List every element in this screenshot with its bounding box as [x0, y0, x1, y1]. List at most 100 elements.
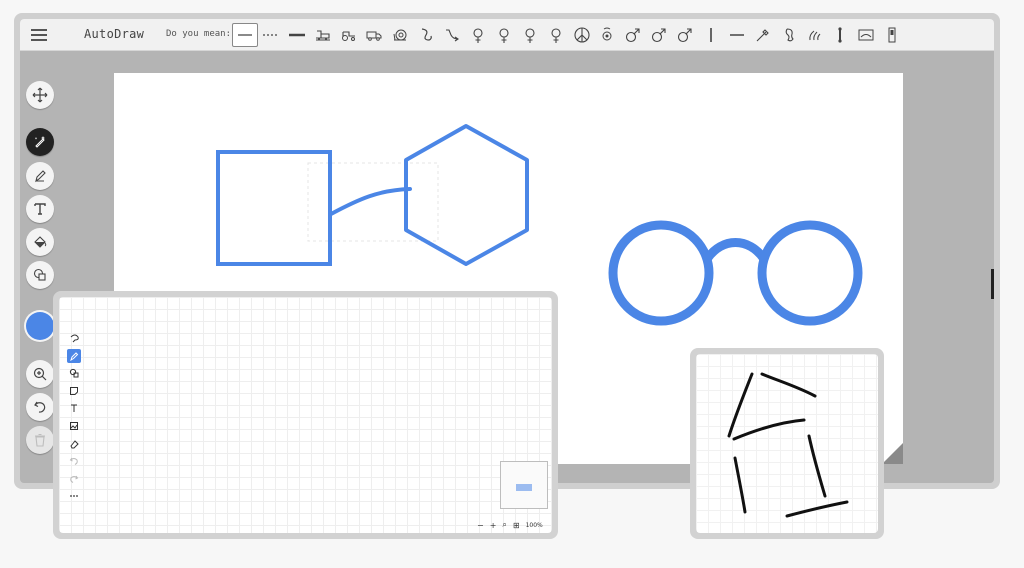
tray-icon [858, 29, 874, 41]
mini-tool-eraser[interactable] [67, 437, 81, 451]
mini-tool-redo[interactable] [67, 472, 81, 486]
suggestion-item[interactable] [413, 23, 439, 47]
mini-editor-panel: − + ⌕ ⊞ 100% [53, 291, 558, 539]
pencil-icon [70, 351, 79, 361]
hand-icon [808, 30, 820, 41]
house-sketch [727, 372, 849, 518]
suggestion-item[interactable] [491, 23, 517, 47]
suggestion-item[interactable] [284, 23, 310, 47]
suggestion-item[interactable] [802, 23, 828, 47]
suggestion-item[interactable] [387, 23, 413, 47]
suggestion-item[interactable] [594, 23, 620, 47]
undo-icon [34, 401, 46, 413]
suggestion-item[interactable] [361, 23, 387, 47]
male-symbol-icon [652, 28, 666, 43]
female-symbol-icon [499, 28, 509, 43]
magic-pencil-icon [35, 136, 45, 148]
glasses-left-lens[interactable] [608, 220, 714, 326]
zoom-tool[interactable] [26, 360, 54, 388]
suggestion-item[interactable] [620, 23, 646, 47]
suggestion-item[interactable] [827, 23, 853, 47]
female-circle-icon [602, 27, 612, 41]
suggestion-item[interactable] [698, 23, 724, 47]
female-symbol-icon [551, 28, 561, 43]
autodraw-tool[interactable] [26, 128, 54, 156]
eraser-icon [70, 439, 79, 449]
zoom-search-icon[interactable]: ⌕ [502, 520, 506, 530]
suggestion-item[interactable] [517, 23, 543, 47]
tractor-icon [341, 31, 355, 41]
arrow-curve-icon [446, 29, 460, 42]
sketch-preview-panel [690, 348, 884, 539]
hook-icon [422, 28, 433, 41]
mini-tool-sticky-note[interactable] [67, 384, 81, 398]
seahorse-icon [785, 28, 794, 42]
suggestion-item[interactable] [336, 23, 362, 47]
mini-editor-canvas[interactable]: − + ⌕ ⊞ 100% [59, 297, 552, 533]
delete-tool[interactable] [26, 426, 54, 454]
zoom-in-icon[interactable]: + [490, 521, 497, 530]
sketch-stroke [732, 418, 806, 441]
suggestion-item[interactable] [569, 23, 595, 47]
mini-tool-image[interactable] [67, 419, 81, 433]
solid-line-icon [237, 34, 252, 36]
move-tool[interactable] [26, 81, 54, 109]
shape-tool[interactable] [26, 261, 54, 289]
suggestion-item[interactable] [879, 23, 905, 47]
mini-tool-text[interactable] [67, 401, 81, 415]
mini-editor-toolbar [67, 331, 83, 507]
minimap[interactable] [500, 461, 548, 509]
move-icon [32, 87, 48, 103]
fit-screen-icon[interactable]: ⊞ [513, 521, 520, 530]
snail-icon [393, 29, 407, 41]
shapes-icon [33, 268, 46, 281]
connector-curve[interactable] [329, 187, 412, 216]
male-symbol-icon [626, 28, 640, 43]
suggestion-row [232, 23, 905, 47]
glasses-bridge[interactable] [703, 238, 768, 262]
suggestion-item[interactable] [543, 23, 569, 47]
menu-icon[interactable] [31, 29, 47, 41]
mini-tool-pencil[interactable] [67, 348, 81, 363]
zoom-level: 100% [525, 521, 543, 529]
hexagon-shape[interactable] [404, 124, 529, 266]
suggestion-item[interactable] [750, 23, 776, 47]
suggestion-item[interactable] [465, 23, 491, 47]
suggestion-item[interactable] [672, 23, 698, 47]
sketch-stroke [727, 372, 754, 438]
text-icon [34, 203, 46, 215]
canvas-corner [882, 443, 903, 464]
top-bar: AutoDraw Do you mean: [20, 19, 994, 51]
mini-tool-more[interactable] [67, 489, 81, 503]
color-picker[interactable] [26, 312, 54, 340]
app-title: AutoDraw [84, 27, 145, 41]
sketch-stroke [760, 372, 817, 398]
draw-tool[interactable] [26, 162, 54, 190]
glasses-right-lens[interactable] [757, 220, 863, 326]
trash-icon [35, 433, 45, 447]
mini-tool-lasso[interactable] [67, 331, 81, 345]
suggestion-item[interactable] [258, 23, 284, 47]
lasso-icon [70, 334, 79, 343]
suggestion-item[interactable] [776, 23, 802, 47]
suggestion-item[interactable] [310, 23, 336, 47]
female-symbol-icon [525, 28, 535, 43]
square-shape[interactable] [216, 150, 332, 266]
undo-tool[interactable] [26, 393, 54, 421]
scrollbar-thumb[interactable] [991, 269, 994, 299]
suggestion-item[interactable] [439, 23, 465, 47]
suggestion-item[interactable] [646, 23, 672, 47]
suggestion-item[interactable] [724, 23, 750, 47]
minimap-viewport[interactable] [516, 484, 532, 491]
sketch-preview-canvas[interactable] [696, 354, 878, 533]
zoom-out-icon[interactable]: − [477, 521, 484, 530]
zoom-icon [33, 367, 47, 381]
sketch-stroke [807, 434, 827, 498]
mini-tool-undo[interactable] [67, 454, 81, 468]
fill-tool[interactable] [26, 228, 54, 256]
mini-tool-shapes[interactable] [67, 366, 81, 380]
suggestion-item[interactable] [232, 23, 258, 47]
vertical-line-icon [710, 28, 712, 42]
suggestion-item[interactable] [853, 23, 879, 47]
type-tool[interactable] [26, 195, 54, 223]
